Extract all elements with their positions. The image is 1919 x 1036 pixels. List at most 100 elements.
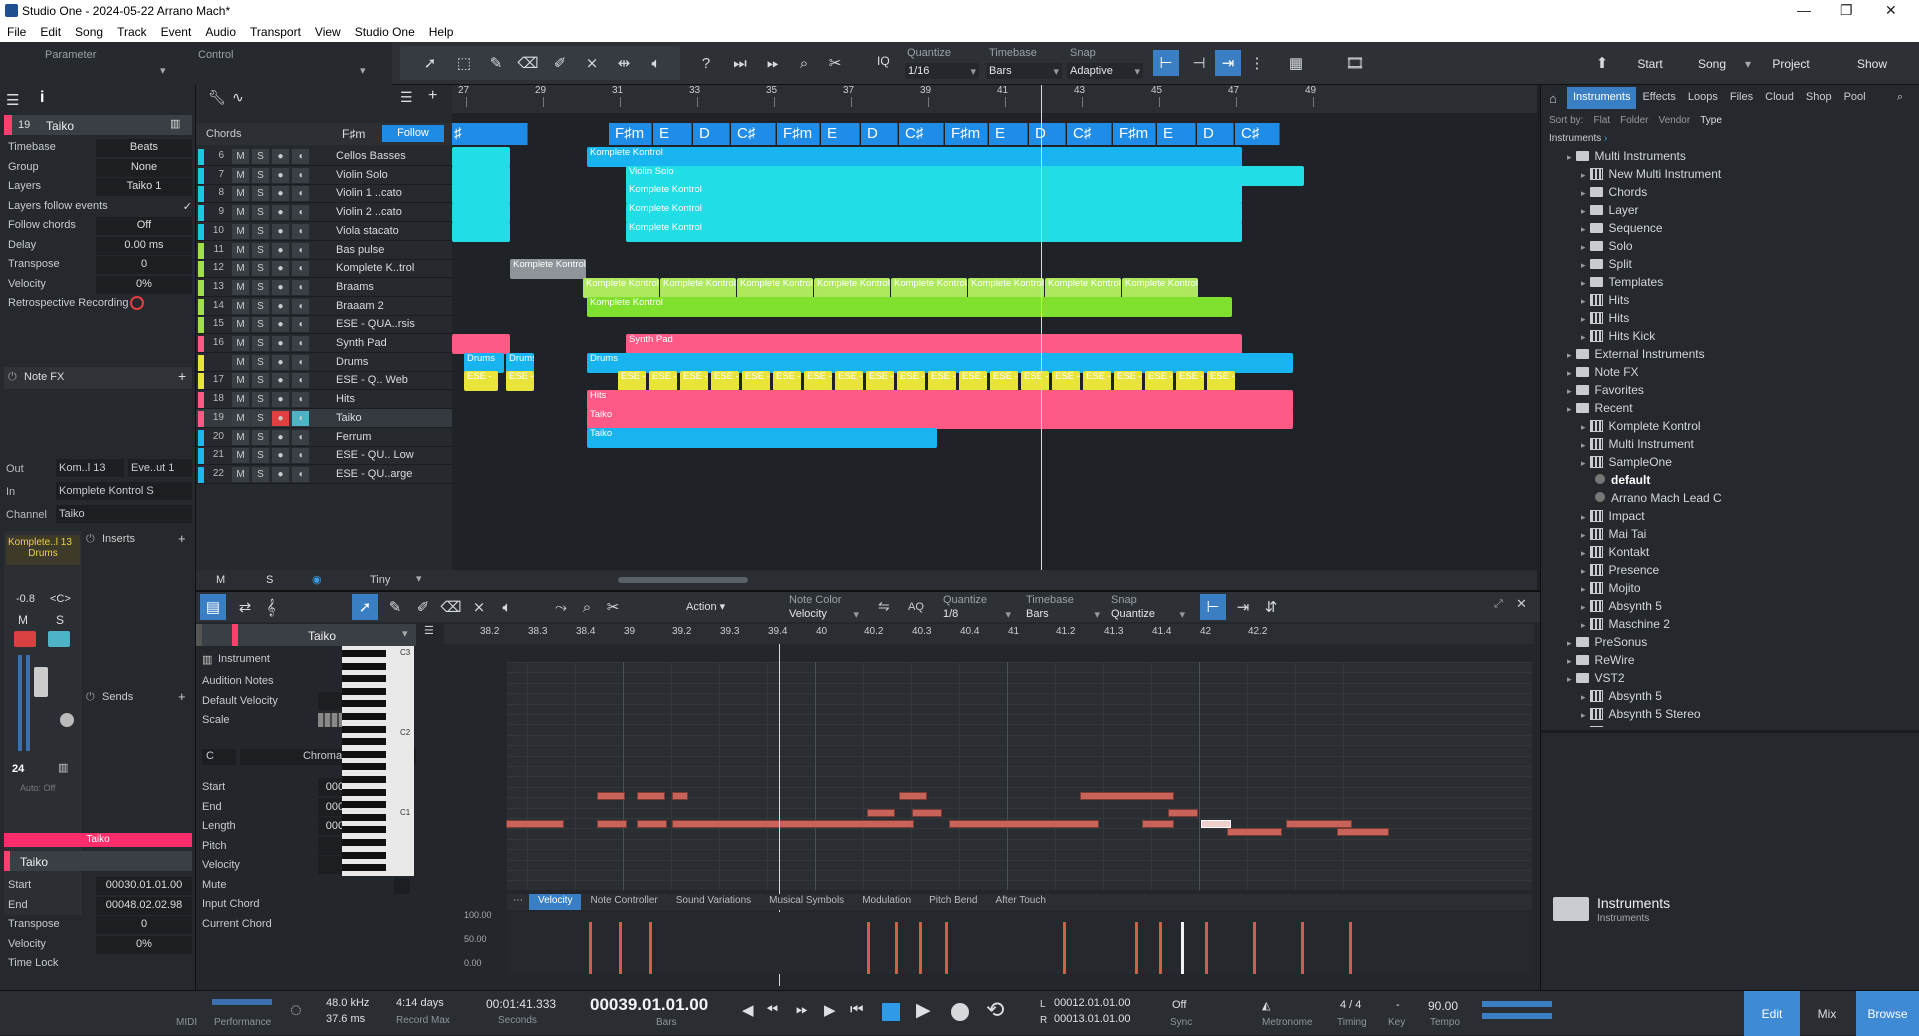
mute-button[interactable]: M [232,205,249,221]
monitor-button[interactable]: ◖ [292,167,309,183]
track-row[interactable]: 9 M S ● ◖ Violin 2 ..cato [196,203,452,223]
clip[interactable]: ESE - [649,371,677,392]
lane-tab-velocity[interactable]: Velocity [529,894,582,910]
monitor-button[interactable]: ◖ [292,317,309,333]
menu-item-file[interactable]: File [0,22,33,42]
chevron-right-icon[interactable]: ▸ [1567,404,1572,414]
pan-knob[interactable] [60,713,74,727]
browser-tab-loops[interactable]: Loops [1682,87,1724,109]
track-row[interactable]: 17 M S ● ◖ ESE - Q.. Web [196,371,452,391]
arrow-tool-icon[interactable]: ➚ [352,594,378,620]
inspector-row-value[interactable]: ✓ [96,198,192,216]
clip[interactable] [452,147,510,167]
return-to-zero-icon[interactable]: ⏮︎ [850,1001,864,1018]
editor-snap-select[interactable]: Quantize ▾ [1108,608,1188,621]
arrow-tool-icon[interactable]: ➚ [417,50,443,76]
monitor-button[interactable]: ◖ [292,410,309,426]
chevron-right-icon[interactable]: ▸ [1581,242,1586,252]
clip[interactable]: Komplete Kontrol [968,277,1044,298]
black-key[interactable] [342,650,386,657]
mute-button[interactable]: M [232,410,249,426]
black-key[interactable] [342,738,386,746]
chevron-right-icon[interactable]: ▸ [1581,332,1586,342]
sort-type[interactable]: Type [1700,115,1722,126]
lane-tab-modulation[interactable]: Modulation [853,894,920,910]
track-row[interactable]: 20 M S ● ◖ Ferrum [196,428,452,447]
clip[interactable]: ESE - [959,371,987,392]
clip[interactable]: ESE - [835,371,863,392]
song-button[interactable]: Song [1684,42,1740,85]
right-locator[interactable]: 00013.01.01.00 [1054,1013,1130,1025]
snap-grid-icon[interactable]: ⊢ [1153,50,1179,76]
chevron-right-icon[interactable]: ▸ [1567,386,1572,396]
chevron-right-icon[interactable]: ▸ [1581,278,1586,288]
record-arm-button[interactable]: ● [272,373,289,389]
mute-button[interactable]: M [232,149,249,164]
midi-note[interactable] [637,820,667,828]
sort-flat[interactable]: Flat [1593,115,1610,126]
clip[interactable] [452,165,510,186]
lane-tab-after-touch[interactable]: After Touch [986,894,1054,910]
record-arm-button[interactable]: ● [272,298,289,314]
record-arm-button[interactable]: ● [272,167,289,183]
mute-tool-icon[interactable]: ⨯ [466,594,492,620]
sort-folder[interactable]: Folder [1620,115,1648,126]
record-arm-button[interactable] [14,631,36,647]
track-size-select[interactable]: Tiny [370,574,390,586]
maximize-icon[interactable]: ❐ [1840,2,1853,19]
chevron-down-icon[interactable]: ▾ [416,572,422,585]
monitor-button[interactable]: ◖ [292,466,309,482]
chevron-down-icon[interactable]: ▾ [1740,42,1756,85]
clip[interactable]: Komplete Kontrol [587,147,1242,167]
track-row[interactable]: M S ● ◖ Drums [196,353,452,372]
browser-item[interactable]: ▸ Absynth 5 Stereo [1581,707,1919,727]
midi-note[interactable] [672,792,688,800]
record-arm-button[interactable]: ● [272,205,289,221]
clip[interactable]: Violin Solo [626,165,1304,186]
chevron-right-icon[interactable]: ▸ [1581,314,1586,324]
black-key[interactable] [342,725,386,733]
velocity-bar[interactable] [1063,922,1066,974]
solo-button[interactable]: S [252,279,269,295]
solo-button[interactable]: S [252,336,269,351]
inspector-row-value[interactable]: 0 [96,256,192,274]
solo-button[interactable]: S [252,242,269,258]
midi-note[interactable] [672,820,914,828]
quantize-icon[interactable]: ⇋ [878,598,890,615]
clip[interactable]: Komplete Kontrol [1122,277,1198,298]
solo-button[interactable]: S [252,186,269,202]
upload-icon[interactable]: ⬆ [1589,50,1615,76]
clip[interactable]: Komplete Kontrol [626,203,1242,224]
fast-forward-icon[interactable]: ⏩︎ [796,1001,808,1018]
arrange-scrollbar[interactable] [452,570,1537,590]
home-icon[interactable]: ⌂ [1549,91,1557,106]
midi-note[interactable] [597,820,627,828]
list-icon[interactable]: ☰ [424,624,440,646]
menu-item-transport[interactable]: Transport [243,22,308,42]
monitor-button[interactable]: ◖ [292,261,309,277]
detach-icon[interactable]: ⤢ [1494,598,1503,611]
clip[interactable]: Taiko [587,408,1293,429]
track-row[interactable]: 19 M S ● ◖ Taiko [196,408,452,428]
channel-select[interactable]: Taiko [56,505,192,523]
midi-note[interactable] [912,809,942,817]
midi-note[interactable] [1142,820,1174,828]
solo-button[interactable]: S [252,261,269,277]
search-icon[interactable]: ⌕ [1897,91,1903,104]
track-row[interactable]: 21 M S ● ◖ ESE - QU.. Low [196,446,452,466]
mix-button[interactable]: Mix [1800,991,1854,1036]
clip[interactable]: Drums [506,352,534,373]
solo-button[interactable]: S [56,613,64,627]
solo-button[interactable]: S [252,223,269,239]
menu-item-edit[interactable]: Edit [33,22,68,42]
step-record-icon[interactable]: ⇵ [1258,594,1284,620]
midi-note[interactable] [867,809,895,817]
clip[interactable]: ESE - [680,371,708,392]
menu-icon[interactable]: ☰ [6,91,19,109]
sync-value[interactable]: Off [1172,999,1186,1011]
monitor-button[interactable]: ◖ [292,279,309,295]
track-row[interactable]: 13 M S ● ◖ Braams [196,278,452,297]
record-icon[interactable] [130,296,144,310]
menu-item-studio-one[interactable]: Studio One [348,22,422,42]
monitor-button[interactable]: ◖ [292,149,309,164]
